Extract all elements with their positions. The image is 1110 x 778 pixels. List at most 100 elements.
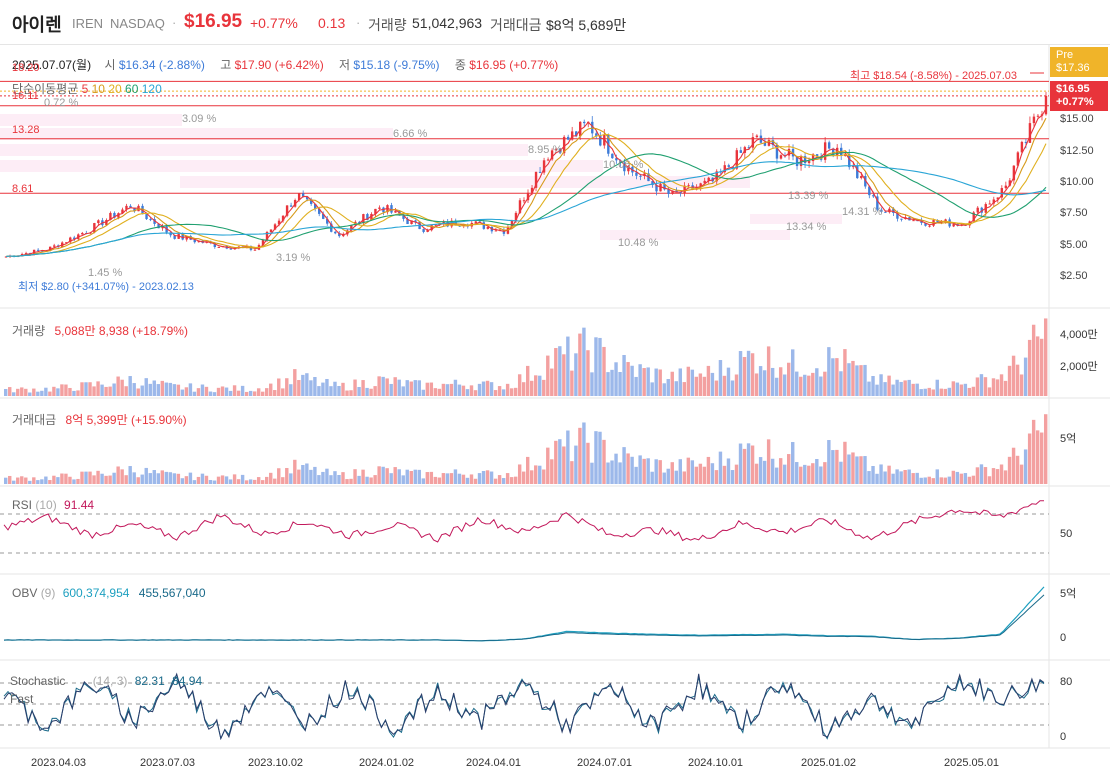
amount-bar xyxy=(778,458,783,484)
amount-bar xyxy=(979,464,984,484)
amount-bar xyxy=(915,472,919,484)
amount-bar xyxy=(100,473,104,484)
volume-bar xyxy=(248,390,253,396)
volume-bar xyxy=(260,391,265,396)
amount-bar xyxy=(542,469,546,484)
candle-body xyxy=(1044,95,1048,115)
amount-bar xyxy=(630,456,634,484)
amount-bar xyxy=(473,478,478,484)
volume-bar xyxy=(176,384,181,396)
volume-bar xyxy=(204,386,209,396)
amount-bar xyxy=(381,466,385,484)
amount-bar xyxy=(734,464,739,484)
volume-bar xyxy=(385,378,389,396)
amount-bar xyxy=(678,459,682,484)
volume-bar xyxy=(658,369,662,396)
volume-panel-label: 거래량 5,088만 8,938 (+18.79%) xyxy=(12,322,188,339)
volume-bar xyxy=(56,388,60,396)
volume-bar xyxy=(586,350,590,396)
volume-bar xyxy=(393,377,397,396)
open-value: $16.34 (-2.88%) xyxy=(118,58,205,72)
candle-body xyxy=(36,249,40,251)
amount-bar xyxy=(313,466,317,484)
volume-bar xyxy=(188,383,193,396)
volume-bar xyxy=(329,386,333,396)
volume-bar xyxy=(465,389,470,396)
high-annotation: 최고 $18.54 (-8.58%) - 2025.07.03 xyxy=(850,70,1018,82)
volume-bar xyxy=(602,346,606,396)
volume-bar xyxy=(92,386,96,396)
low-annotation: 최저 $2.80 (+341.07%) - 2023.02.13 xyxy=(18,281,194,293)
obv-value2: 455,567,040 xyxy=(138,586,206,600)
zone-pct: 3.19 % xyxy=(276,252,311,264)
amount-bar xyxy=(847,454,851,484)
volume-bar xyxy=(646,367,650,396)
volume-bar xyxy=(899,381,903,396)
volume-bar xyxy=(975,377,980,396)
volume-bar xyxy=(654,368,658,396)
volume-bar xyxy=(855,365,859,396)
candle-body xyxy=(807,161,811,163)
amount-bar xyxy=(297,469,301,484)
amount-bar xyxy=(493,478,498,484)
zone-pct: 13.34 % xyxy=(786,221,827,233)
amount-bar xyxy=(365,476,369,484)
amount-bar xyxy=(176,473,181,484)
volume-bar xyxy=(983,377,988,396)
amount-bar xyxy=(124,475,128,484)
candle-body xyxy=(912,220,915,222)
amount-bar xyxy=(666,468,670,484)
volume-bar xyxy=(546,355,550,396)
amount-bar xyxy=(385,468,389,484)
amount-bar xyxy=(232,474,237,484)
volume-bar xyxy=(132,383,136,396)
amount-bar xyxy=(517,464,522,484)
volume-bar xyxy=(337,385,341,396)
volume-bar xyxy=(891,384,895,396)
volume-bar xyxy=(265,388,269,396)
candle-body xyxy=(1032,116,1036,124)
pre-label: Pre xyxy=(1056,49,1074,61)
volume-bar xyxy=(714,380,719,396)
amount-bar xyxy=(975,467,980,484)
volume-bar xyxy=(116,376,120,396)
volume-bar xyxy=(702,376,707,396)
amount-bar xyxy=(718,451,723,484)
amount-bar xyxy=(1015,455,1020,484)
amount-bar xyxy=(441,473,446,484)
volume-bar xyxy=(867,381,871,396)
stoch-value2: 84.94 xyxy=(172,674,203,688)
x-tick: 2025.01.02 xyxy=(801,757,857,769)
amount-bar xyxy=(521,471,526,484)
support-zone xyxy=(0,160,603,172)
amount-bar xyxy=(863,456,867,484)
volume-bar xyxy=(827,347,831,396)
amount-bar xyxy=(293,459,297,484)
amount-bar xyxy=(212,480,217,484)
candle-body xyxy=(301,193,305,197)
rsi-period: (10) xyxy=(35,498,57,512)
amount-bar xyxy=(706,456,711,484)
close-label: 종 xyxy=(454,58,466,72)
amount-panel-value: 8억 5,399만 (+15.90%) xyxy=(65,413,187,427)
volume-panel-value: 5,088만 8,938 (+18.79%) xyxy=(54,324,188,338)
amount-bar xyxy=(96,470,100,484)
amount-bar xyxy=(891,473,895,484)
amount-bar xyxy=(835,449,839,484)
amount-bar xyxy=(1023,449,1028,484)
volume-bar xyxy=(626,362,630,396)
amount-bar xyxy=(397,469,401,484)
candle-body xyxy=(97,220,100,224)
stock-chart-canvas[interactable] xyxy=(0,0,1110,778)
pre-market-badge: Pre $17.36 xyxy=(1050,47,1108,77)
volume-bar xyxy=(449,383,454,396)
amount-bar xyxy=(1039,432,1044,484)
volume-bar xyxy=(1023,357,1028,396)
amount-bar xyxy=(530,470,534,484)
amount-bar xyxy=(995,469,1000,484)
amount-bar xyxy=(32,477,36,484)
amount-bar xyxy=(321,471,325,484)
amount-bar xyxy=(60,473,64,484)
amount-bar xyxy=(265,476,269,484)
amount-bar xyxy=(903,469,907,484)
